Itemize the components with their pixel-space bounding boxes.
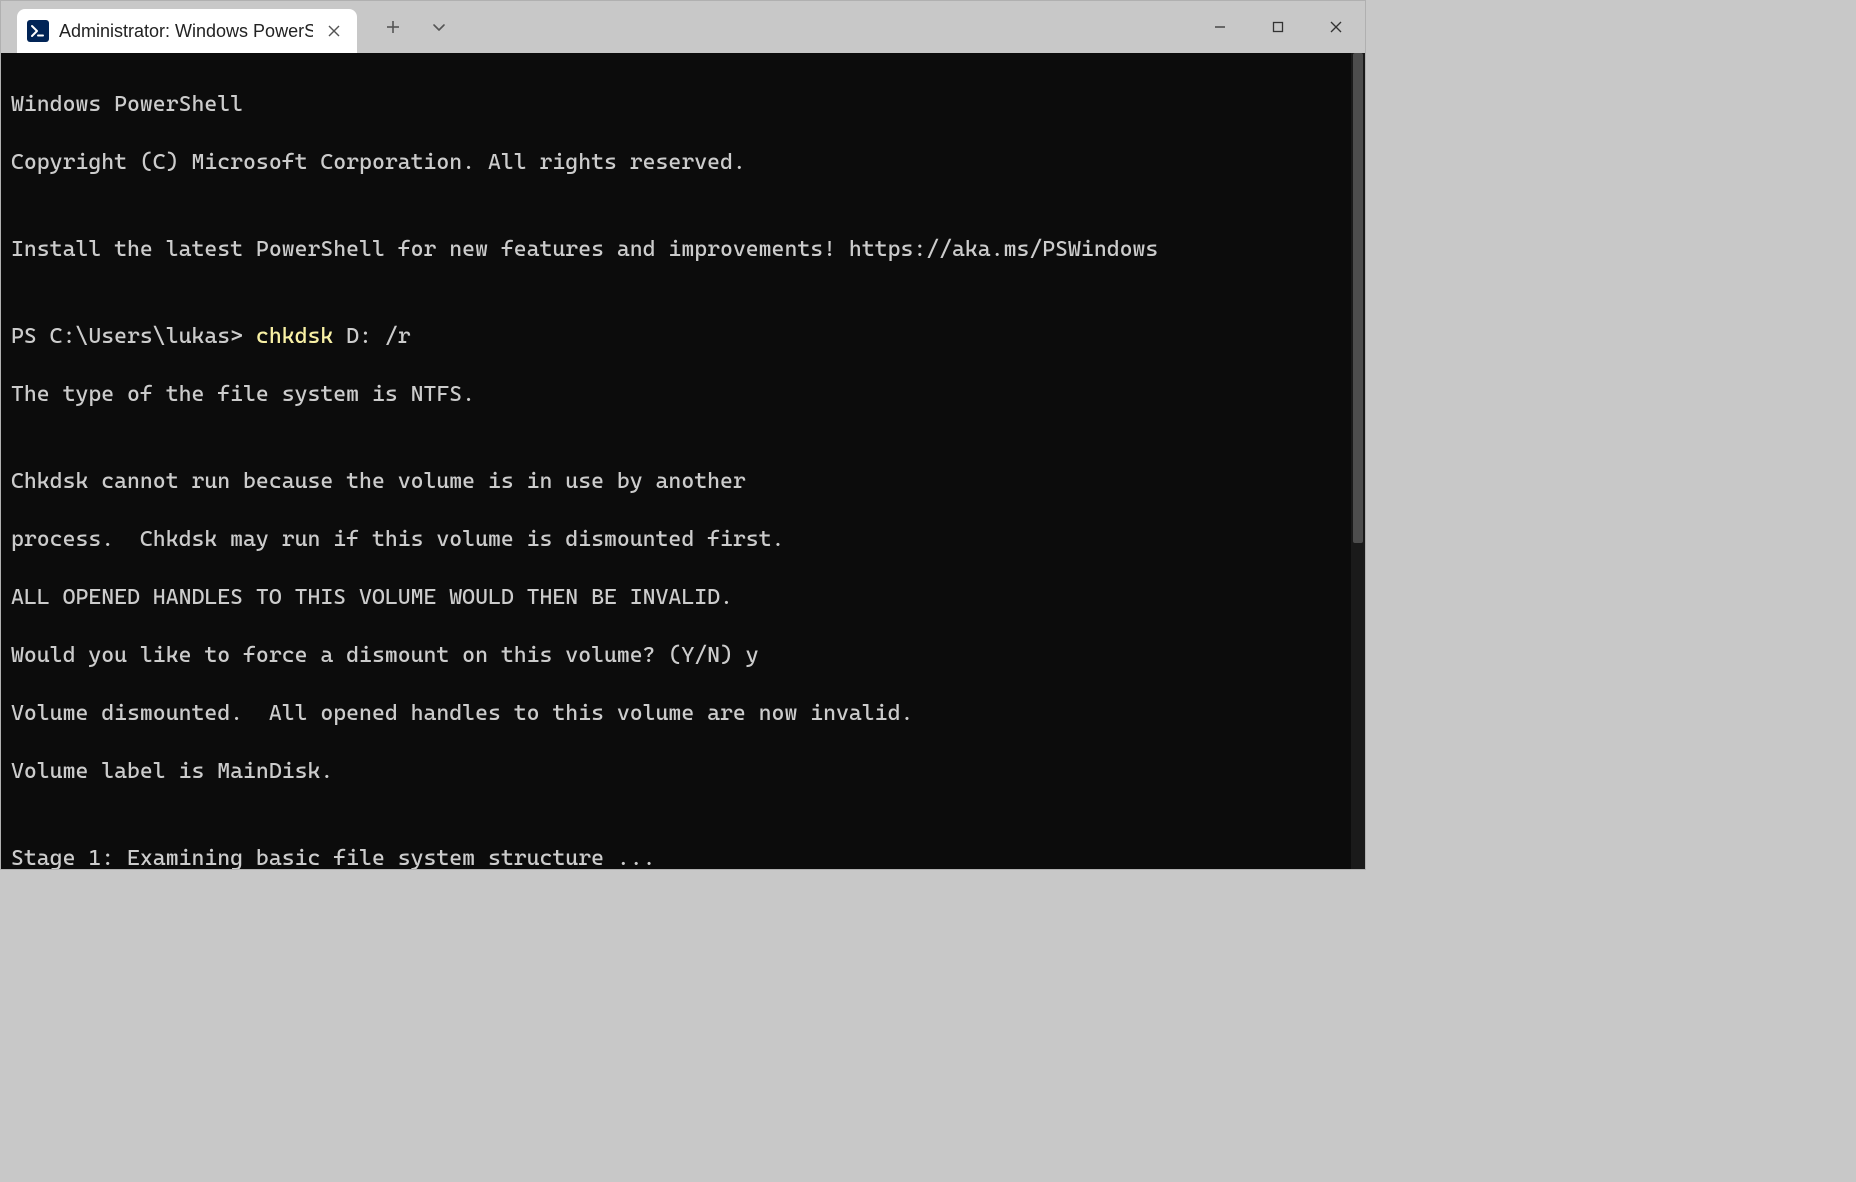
titlebar-drag-region[interactable] — [459, 1, 1191, 53]
maximize-button[interactable] — [1249, 1, 1307, 53]
scrollbar-thumb[interactable] — [1353, 53, 1363, 543]
tab-actions — [357, 1, 459, 53]
terminal-line: The type of the file system is NTFS. — [11, 380, 1355, 409]
prompt-prefix: PS C:\Users\lukas> — [11, 324, 256, 349]
terminal-line: Chkdsk cannot run because the volume is … — [11, 467, 1355, 496]
prompt-command: chkdsk — [256, 324, 333, 349]
window-controls — [1191, 1, 1365, 53]
terminal-line: process. Chkdsk may run if this volume i… — [11, 525, 1355, 554]
tab-dropdown-button[interactable] — [419, 7, 459, 47]
vertical-scrollbar[interactable] — [1351, 53, 1365, 869]
terminal-viewport[interactable]: Windows PowerShell Copyright (C) Microso… — [1, 53, 1365, 869]
powershell-icon — [27, 20, 49, 42]
terminal-line: Volume label is MainDisk. — [11, 757, 1355, 786]
terminal-line: Would you like to force a dismount on th… — [11, 641, 1355, 670]
terminal-line: Install the latest PowerShell for new fe… — [11, 235, 1355, 264]
terminal-line: Stage 1: Examining basic file system str… — [11, 844, 1355, 869]
terminal-prompt-line: PS C:\Users\lukas> chkdsk D: /r — [11, 322, 1355, 351]
terminal-line: Windows PowerShell — [11, 90, 1355, 119]
tab-title: Administrator: Windows PowerS — [59, 21, 313, 42]
tab-powershell[interactable]: Administrator: Windows PowerS — [17, 9, 357, 53]
tab-close-button[interactable] — [323, 20, 345, 42]
terminal-line: Volume dismounted. All opened handles to… — [11, 699, 1355, 728]
terminal-line: Copyright (C) Microsoft Corporation. All… — [11, 148, 1355, 177]
titlebar: Administrator: Windows PowerS — [1, 1, 1365, 53]
new-tab-button[interactable] — [373, 7, 413, 47]
prompt-args: D: /r — [333, 324, 410, 349]
terminal-line: ALL OPENED HANDLES TO THIS VOLUME WOULD … — [11, 583, 1355, 612]
terminal-window: Administrator: Windows PowerS — [0, 0, 1366, 870]
tab-strip: Administrator: Windows PowerS — [1, 1, 357, 53]
minimize-button[interactable] — [1191, 1, 1249, 53]
close-button[interactable] — [1307, 1, 1365, 53]
